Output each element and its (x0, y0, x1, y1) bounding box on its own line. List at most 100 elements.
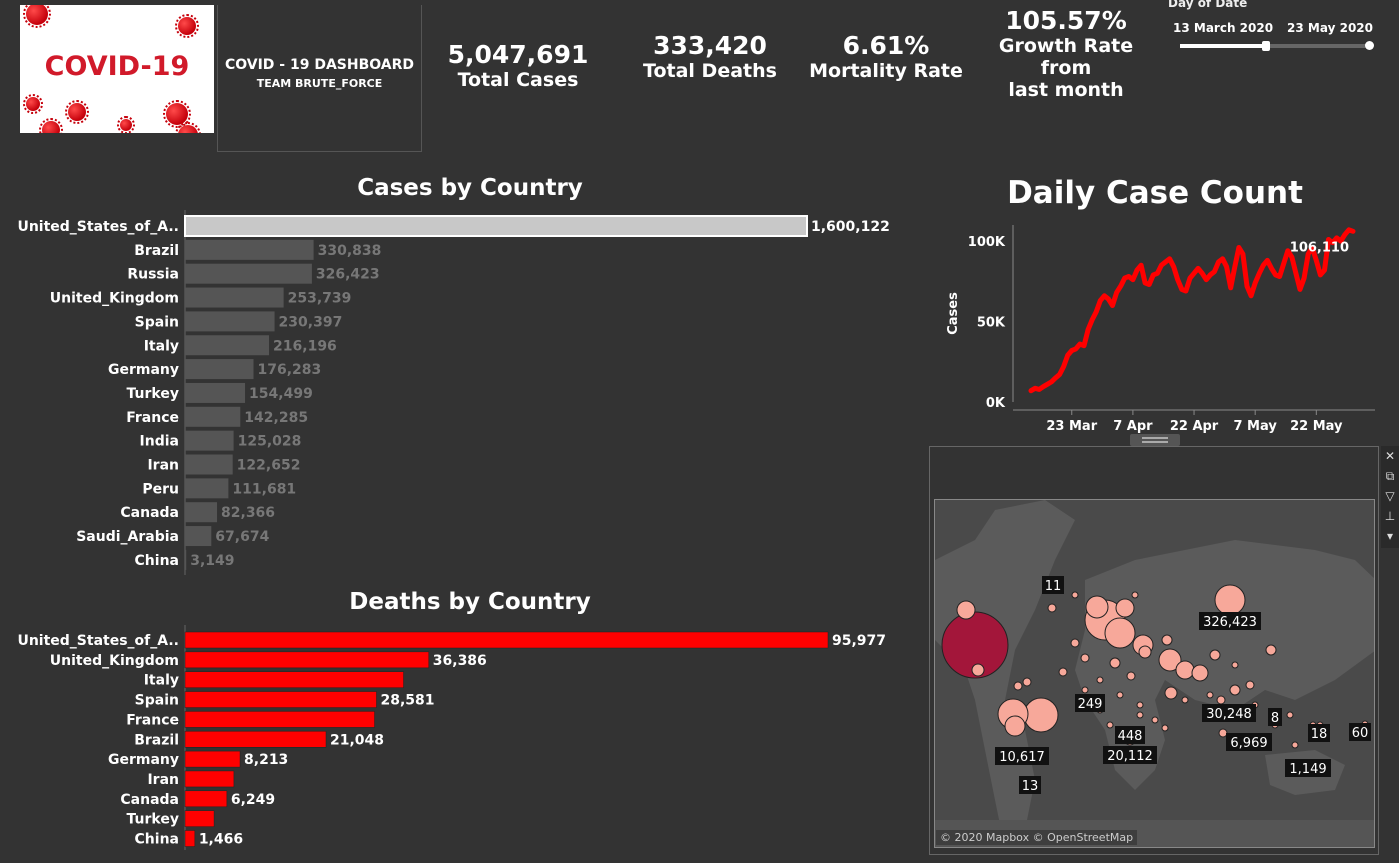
deaths-bar[interactable] (184, 810, 215, 827)
open-external-icon[interactable]: ⧉ (1381, 466, 1399, 486)
cases-category-label: Brazil (134, 243, 179, 259)
close-icon[interactable]: ✕ (1381, 446, 1399, 466)
world-map[interactable]: 11 326,423 249 30,248 8 18 60 6,969 1,149 448 20,1… (934, 499, 1375, 848)
growth-label-line1: Growth Rate from (998, 35, 1134, 79)
map-bubble[interactable] (1126, 671, 1136, 681)
cases-value-label: 330,838 (318, 243, 382, 259)
deaths-bar[interactable] (184, 691, 377, 708)
cases-bar[interactable] (185, 526, 212, 547)
deaths-value-label: 28,581 (380, 693, 434, 709)
date-slider-end-handle[interactable] (1365, 41, 1374, 50)
deaths-bar[interactable] (184, 651, 430, 669)
map-bubble[interactable] (1085, 595, 1109, 619)
cases-category-label: Turkey (127, 386, 179, 402)
map-bubble[interactable] (1004, 715, 1026, 737)
map-bubble[interactable] (971, 663, 985, 677)
cases-bar[interactable] (185, 502, 218, 523)
map-label: 20,112 (1107, 749, 1153, 764)
map-bubble[interactable] (1161, 724, 1169, 732)
map-bubble[interactable] (956, 600, 976, 620)
cases-bar[interactable] (185, 239, 314, 260)
deaths-bar[interactable] (184, 790, 228, 808)
map-bubble[interactable] (1058, 667, 1068, 677)
deaths-bar[interactable] (184, 711, 375, 728)
map-bubble[interactable] (1245, 680, 1255, 690)
map-bubble[interactable] (1070, 638, 1080, 648)
map-bubble[interactable] (1023, 697, 1059, 733)
map-bubble[interactable] (1286, 711, 1294, 719)
cases-bar[interactable] (185, 549, 187, 570)
map-bubble[interactable] (1071, 591, 1079, 599)
deaths-bar[interactable] (184, 631, 829, 649)
map-bubble[interactable] (1231, 661, 1239, 669)
deaths-value-label: 6,249 (231, 792, 275, 808)
map-bubble[interactable] (1138, 645, 1152, 659)
map-bubble[interactable] (1206, 691, 1214, 699)
map-svg: 11 326,423 249 30,248 8 18 60 6,969 1,149 448 20,1… (935, 500, 1374, 847)
deaths-category-label: United_States_of_A.. (17, 633, 179, 649)
deaths-bar[interactable] (184, 671, 404, 688)
deaths-category-label: United_Kingdom (50, 653, 179, 669)
deaths-bar[interactable] (184, 750, 241, 768)
map-bubble[interactable] (1080, 653, 1090, 663)
deaths-category-label: Iran (147, 772, 179, 788)
map-bubble[interactable] (1047, 603, 1057, 613)
cases-bar[interactable] (185, 382, 246, 403)
cases-bar[interactable] (185, 430, 234, 451)
map-bubble[interactable] (1096, 676, 1104, 684)
cases-bar[interactable] (185, 311, 275, 332)
date-slider-track[interactable] (1180, 41, 1374, 51)
map-bubble[interactable] (1022, 677, 1032, 687)
map-bubble[interactable] (1109, 657, 1121, 669)
map-bubble[interactable] (1218, 728, 1228, 738)
cases-bar[interactable] (185, 406, 241, 427)
map-bubble[interactable] (1131, 591, 1139, 599)
pin-icon[interactable]: ⊥ (1381, 506, 1399, 526)
map-bubble[interactable] (1265, 644, 1277, 656)
map-label: 448 (1118, 729, 1143, 744)
cases-bar[interactable] (185, 335, 270, 356)
deaths-category-label: Turkey (127, 812, 179, 828)
deaths-bar[interactable] (184, 731, 327, 748)
map-bubble[interactable] (1136, 701, 1144, 709)
map-bubble[interactable] (1209, 649, 1221, 661)
daily-x-tick-label: 7 Apr (1113, 419, 1153, 434)
deaths-value-label: 21,048 (330, 732, 384, 748)
map-bubble[interactable] (1136, 711, 1144, 719)
date-slider-handle[interactable] (1261, 41, 1270, 51)
map-bubble[interactable] (1115, 598, 1135, 618)
map-bubble[interactable] (1116, 691, 1124, 699)
map-bubble[interactable] (1151, 716, 1159, 724)
map-bubble[interactable] (1181, 696, 1189, 704)
cases-bar[interactable] (185, 359, 254, 380)
cases-bar[interactable] (185, 478, 229, 499)
map-bubble[interactable] (1291, 741, 1299, 749)
filter-icon[interactable]: ▽ (1381, 486, 1399, 506)
map-bubble[interactable] (1229, 684, 1241, 696)
cases-bar[interactable] (185, 263, 312, 284)
deaths-bar[interactable] (184, 830, 196, 847)
dropdown-icon[interactable]: ▾ (1381, 526, 1399, 546)
map-bubble[interactable] (1081, 686, 1089, 694)
deaths-value-label: 1,466 (199, 832, 243, 848)
map-bubble[interactable] (1191, 664, 1209, 682)
map-bubble[interactable] (1164, 686, 1178, 700)
date-range-filter: Day of Date 13 March 2020 23 May 2020 (1168, 0, 1383, 60)
cases-bar[interactable] (185, 454, 233, 475)
cases-bar[interactable] (184, 215, 808, 237)
cases-bar[interactable] (185, 287, 284, 308)
cases-category-label: United_States_of_A.. (17, 219, 179, 235)
map-bubble[interactable] (1216, 695, 1226, 705)
map-bubble[interactable] (1106, 721, 1114, 729)
map-bubble[interactable] (1214, 584, 1246, 616)
map-resize-grip[interactable] (1130, 434, 1180, 446)
map-bubble[interactable] (1104, 617, 1136, 649)
cases-value-label: 82,366 (221, 505, 275, 521)
kpi-mortality-rate: 6.61% Mortality Rate (805, 31, 967, 82)
map-bubble[interactable] (1161, 634, 1173, 646)
deaths-bar[interactable] (184, 770, 235, 788)
map-bubble[interactable] (1175, 660, 1195, 680)
cases-value-label: 111,681 (232, 481, 296, 497)
map-bubble[interactable] (1013, 681, 1023, 691)
kpi-total-cases: 5,047,691 Total Cases (438, 40, 598, 91)
